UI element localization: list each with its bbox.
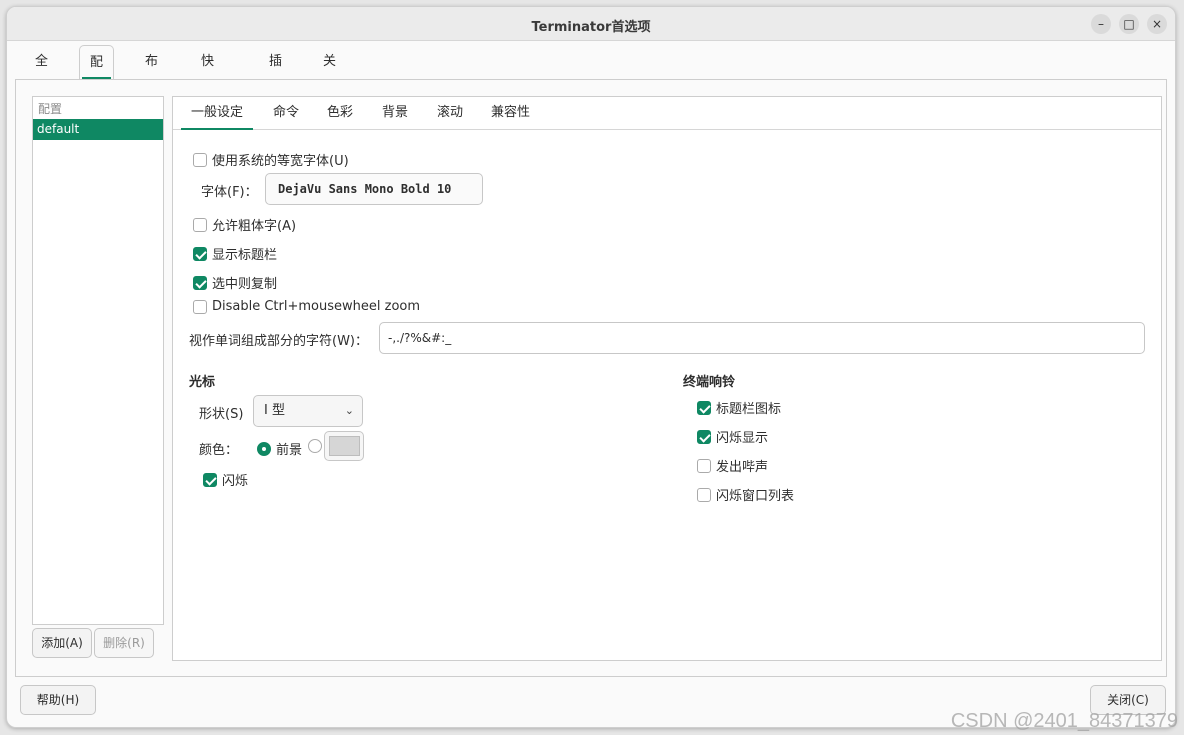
chevron-down-icon: ⌄ xyxy=(344,404,354,417)
cursor-blink-label: 闪烁 xyxy=(222,474,249,489)
profile-list[interactable]: 配置 default xyxy=(32,96,164,625)
allow-bold-label: 允许粗体字(A) xyxy=(212,219,297,234)
bell-window-list-option[interactable]: 闪烁窗口列表 xyxy=(697,485,794,504)
tab-compatibility[interactable]: 兼容性 xyxy=(481,97,540,129)
tab-about[interactable]: 关于 xyxy=(313,45,346,103)
cursor-blink-option[interactable]: 闪烁 xyxy=(203,470,248,489)
disable-zoom-label: Disable Ctrl+mousewheel zoom xyxy=(212,299,421,314)
tab-general[interactable]: 一般设定 xyxy=(181,97,254,130)
show-titlebar-label: 显示标题栏 xyxy=(212,248,278,263)
use-system-font-label: 使用系统的等宽字体(U) xyxy=(212,154,349,169)
show-titlebar-checkbox[interactable] xyxy=(193,246,207,261)
cursor-color-row: 颜色： xyxy=(199,439,238,458)
use-system-font-option[interactable]: 使用系统的等宽字体(U) xyxy=(193,150,349,169)
word-chars-row: 视作单词组成部分的字符(W)： xyxy=(189,330,368,349)
copy-on-select-option[interactable]: 选中则复制 xyxy=(193,273,277,292)
use-system-font-checkbox[interactable] xyxy=(193,152,207,167)
allow-bold-option[interactable]: 允许粗体字(A) xyxy=(193,215,296,234)
custom-color-radio[interactable] xyxy=(308,439,322,453)
disable-zoom-checkbox[interactable] xyxy=(193,299,207,314)
allow-bold-checkbox[interactable] xyxy=(193,217,207,232)
word-chars-label: 视作单词组成部分的字符(W)： xyxy=(189,334,368,349)
font-label: 字体(F)： xyxy=(201,185,258,200)
cursor-shape-label: 形状(S) xyxy=(199,407,244,422)
add-profile-button[interactable]: 添加(A) xyxy=(32,628,92,658)
show-titlebar-option[interactable]: 显示标题栏 xyxy=(193,244,277,263)
bell-titlebar-icon-label: 标题栏图标 xyxy=(716,402,782,417)
tab-plugins[interactable]: 插件 xyxy=(259,45,292,103)
font-picker-button[interactable]: DejaVu Sans Mono Bold 10 xyxy=(265,173,483,205)
tab-keybindings[interactable]: 快捷键 xyxy=(191,45,224,137)
cursor-section-title: 光标 xyxy=(189,375,216,390)
bell-section-title: 终端响铃 xyxy=(683,375,736,390)
help-button[interactable]: 帮助(H) xyxy=(20,685,96,715)
cursor-color-label: 颜色： xyxy=(199,443,239,458)
bell-window-list-checkbox[interactable] xyxy=(697,487,711,502)
profiles-pane: 配置 default 添加(A) 删除(R) 一般设定 命令 色彩 背景 滚动 … xyxy=(15,79,1167,677)
word-chars-input[interactable]: -,./?%&#:_ xyxy=(379,322,1145,354)
window-title: Terminator首选项 xyxy=(531,20,651,35)
copy-on-select-label: 选中则复制 xyxy=(212,277,278,292)
settings-tab-bar: 一般设定 命令 色彩 背景 滚动 兼容性 xyxy=(173,97,1161,130)
cursor-color-foreground-option[interactable]: 前景 xyxy=(257,439,302,458)
bell-visual-flash-option[interactable]: 闪烁显示 xyxy=(697,427,768,446)
bell-audible-checkbox[interactable] xyxy=(697,458,711,473)
foreground-radio[interactable] xyxy=(257,441,271,456)
bell-window-list-label: 闪烁窗口列表 xyxy=(716,489,795,504)
font-row: 字体(F)： xyxy=(201,181,258,200)
bell-titlebar-icon-option[interactable]: 标题栏图标 xyxy=(697,398,781,417)
close-window-button[interactable]: × xyxy=(1147,14,1167,34)
maximize-button[interactable]: □ xyxy=(1119,14,1139,34)
profile-list-header: 配置 xyxy=(38,102,63,116)
profile-settings: 一般设定 命令 色彩 背景 滚动 兼容性 使用系统的等宽字体(U) 字体(F)：… xyxy=(172,96,1162,661)
disable-zoom-option[interactable]: Disable Ctrl+mousewheel zoom xyxy=(193,299,420,314)
bell-visual-flash-checkbox[interactable] xyxy=(697,429,711,444)
tab-layouts[interactable]: 布局 xyxy=(135,45,168,103)
cursor-shape-dropdown[interactable]: I 型 ⌄ xyxy=(253,395,363,427)
bell-audible-label: 发出哔声 xyxy=(716,460,769,475)
profile-item-default[interactable]: default xyxy=(33,119,163,140)
tab-scrolling[interactable]: 滚动 xyxy=(427,97,473,129)
bell-audible-option[interactable]: 发出哔声 xyxy=(697,456,768,475)
tab-background[interactable]: 背景 xyxy=(372,97,418,129)
color-swatch xyxy=(329,436,360,456)
cursor-shape-row: 形状(S) xyxy=(199,403,243,422)
watermark: CSDN @2401_84371379 xyxy=(950,710,1178,732)
bell-titlebar-icon-checkbox[interactable] xyxy=(697,400,711,415)
tab-global[interactable]: 全局 xyxy=(25,45,58,103)
tab-profiles[interactable]: 配置 xyxy=(79,45,115,104)
tab-colors[interactable]: 色彩 xyxy=(317,97,363,129)
minimize-button[interactable]: – xyxy=(1091,14,1111,34)
cursor-shape-value: I 型 xyxy=(264,403,285,418)
cursor-color-picker[interactable] xyxy=(324,431,364,461)
bell-visual-flash-label: 闪烁显示 xyxy=(716,431,769,446)
titlebar: Terminator首选项 – □ × xyxy=(7,7,1175,41)
preferences-window: Terminator首选项 – □ × 全局 配置 布局 快捷键 插件 关于 配… xyxy=(6,6,1176,728)
copy-on-select-checkbox[interactable] xyxy=(193,275,207,290)
foreground-radio-label: 前景 xyxy=(276,443,303,458)
remove-profile-button[interactable]: 删除(R) xyxy=(94,628,154,658)
tab-command[interactable]: 命令 xyxy=(263,97,309,129)
cursor-blink-checkbox[interactable] xyxy=(203,472,217,487)
